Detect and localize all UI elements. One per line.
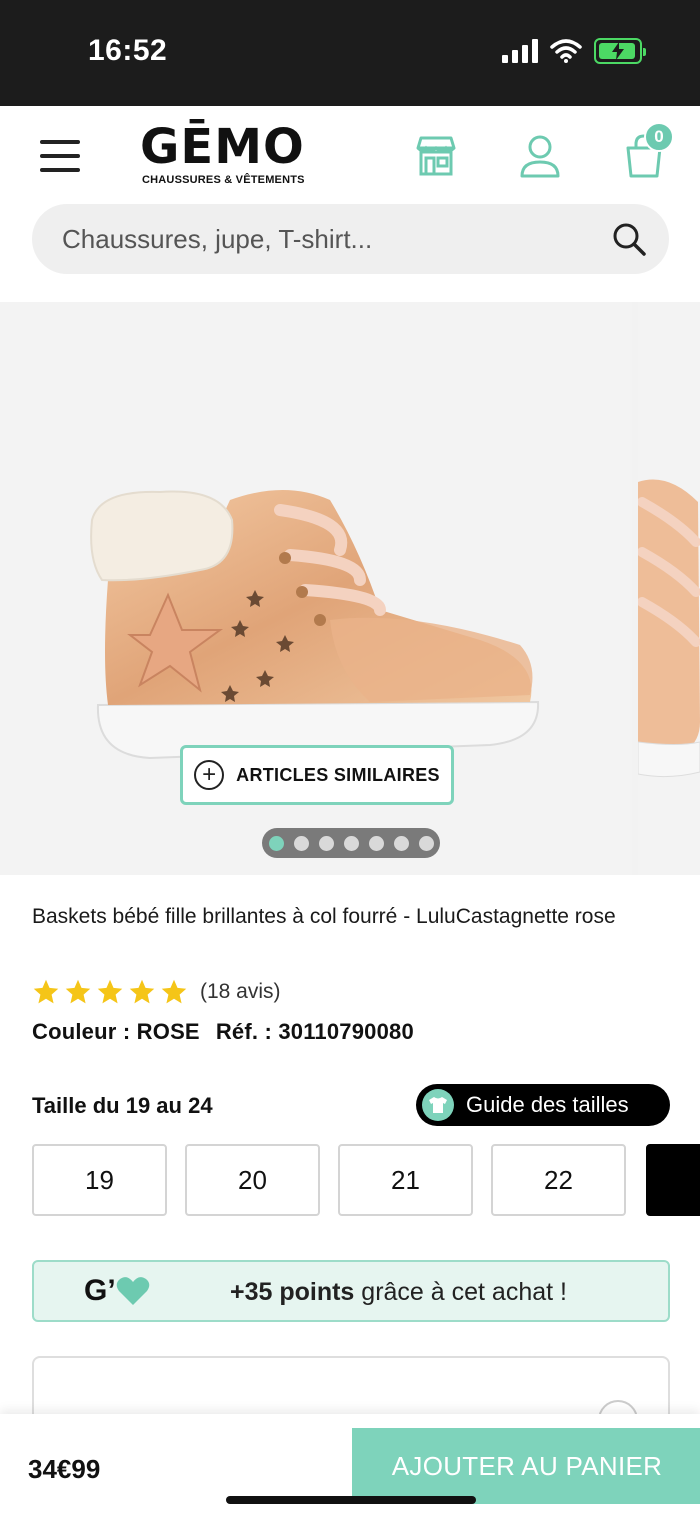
star-icon xyxy=(129,979,155,1004)
size-option[interactable]: 20 xyxy=(185,1144,320,1216)
product-image-main[interactable]: + ARTICLES SIMILAIRES xyxy=(0,302,632,875)
loyalty-points-text: +35 points grâce à cet achat ! xyxy=(230,1278,567,1307)
product-reference: Réf. : 30110790080 xyxy=(215,1019,414,1044)
loyalty-logo-text: G’ xyxy=(84,1274,116,1307)
gemo-logo[interactable]: GĒMO CHAUSSURES & VÊTEMENTS xyxy=(140,118,325,194)
store-icon[interactable] xyxy=(412,132,460,180)
status-time: 16:52 xyxy=(88,34,168,67)
add-to-cart-button[interactable]: AJOUTER AU PANIER xyxy=(352,1428,700,1504)
loyalty-points-rest: grâce à cet achat ! xyxy=(354,1278,567,1306)
review-count[interactable]: (18 avis) xyxy=(200,980,281,1004)
loyalty-logo: G’ xyxy=(84,1274,150,1308)
app-header: GĒMO CHAUSSURES & VÊTEMENTS 0 xyxy=(0,106,700,302)
size-selector: 19 20 21 22 23 xyxy=(32,1144,700,1216)
product-color: Couleur : ROSE xyxy=(32,1019,200,1044)
search-icon[interactable] xyxy=(611,221,647,257)
search-bar xyxy=(32,204,669,274)
loyalty-points-banner: G’ +35 points grâce à cet achat ! xyxy=(32,1260,670,1322)
size-option-selected[interactable]: 23 xyxy=(646,1144,700,1216)
battery-icon xyxy=(594,38,646,64)
similar-articles-label: ARTICLES SIMILAIRES xyxy=(236,764,440,785)
size-option[interactable]: 22 xyxy=(491,1144,626,1216)
star-icon xyxy=(33,979,59,1004)
product-image-next[interactable] xyxy=(638,302,700,875)
size-option[interactable]: 21 xyxy=(338,1144,473,1216)
similar-articles-button[interactable]: + ARTICLES SIMILAIRES xyxy=(180,745,454,805)
size-guide-button[interactable]: Guide des tailles xyxy=(416,1084,670,1126)
menu-icon[interactable] xyxy=(40,140,80,172)
logo-main-text: GĒMO xyxy=(140,119,305,175)
gallery-dot[interactable] xyxy=(343,835,359,851)
star-icon xyxy=(65,979,91,1004)
gallery-dot[interactable] xyxy=(393,835,409,851)
color-reference: Couleur : ROSE Réf. : 30110790080 xyxy=(32,1019,430,1045)
plus-icon: + xyxy=(194,760,225,790)
logo-sub-text: CHAUSSURES & VÊTEMENTS xyxy=(142,174,305,186)
wifi-icon xyxy=(550,39,582,63)
gallery-dot[interactable] xyxy=(368,835,384,851)
signal-icon xyxy=(502,39,538,63)
product-gallery[interactable]: + ARTICLES SIMILAIRES xyxy=(0,302,700,875)
product-shoe-image xyxy=(90,490,540,760)
gallery-pagination xyxy=(262,828,440,858)
product-title: Baskets bébé fille brillantes à col four… xyxy=(32,905,616,928)
user-icon[interactable] xyxy=(516,132,564,180)
size-guide-label: Guide des tailles xyxy=(466,1092,629,1117)
cart-count-badge: 0 xyxy=(644,122,674,152)
gallery-dot[interactable] xyxy=(293,835,309,851)
size-range-label: Taille du 19 au 24 xyxy=(32,1093,213,1118)
search-input[interactable] xyxy=(62,204,602,274)
gallery-dot[interactable] xyxy=(318,835,334,851)
star-icon xyxy=(97,979,123,1004)
status-bar: 16:52 xyxy=(0,0,700,106)
status-icons xyxy=(502,38,646,64)
product-shoe-image-next xyxy=(638,479,700,778)
product-price: 34€99 xyxy=(28,1454,101,1484)
star-icon xyxy=(161,979,187,1004)
home-indicator[interactable] xyxy=(226,1496,476,1504)
size-option[interactable]: 19 xyxy=(32,1144,167,1216)
gallery-dot[interactable] xyxy=(418,835,434,851)
product-rating[interactable]: (18 avis) xyxy=(32,978,281,1006)
tshirt-icon xyxy=(422,1089,454,1121)
loyalty-points-value: +35 points xyxy=(230,1278,355,1306)
gallery-dot[interactable] xyxy=(268,835,284,851)
heart-icon xyxy=(116,1277,149,1305)
bottom-purchase-bar: 34€99 AJOUTER AU PANIER xyxy=(0,1414,700,1518)
